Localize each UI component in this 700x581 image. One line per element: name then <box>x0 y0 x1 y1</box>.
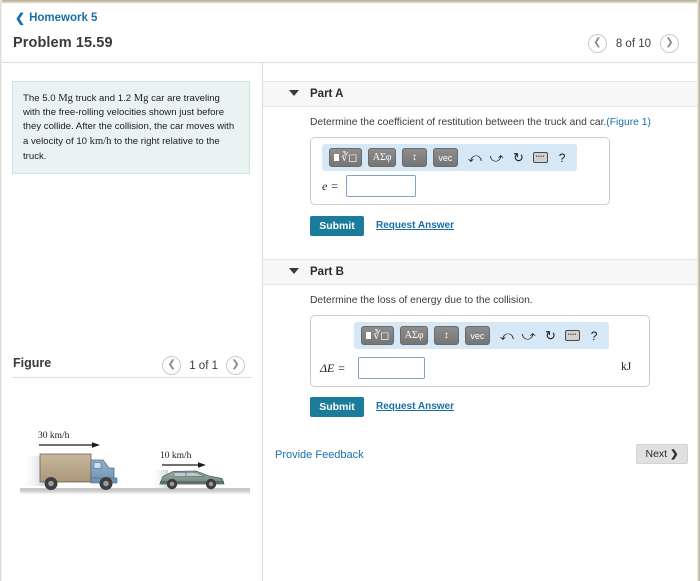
vector-button[interactable]: vec <box>464 326 490 345</box>
figure-pager-text: 1 of 1 <box>189 359 218 372</box>
left-panel: The 5.0 Mg truck and 1.2 Mg car are trav… <box>2 63 262 581</box>
redo-arrow-icon[interactable]: ⤻ <box>489 148 505 167</box>
figure-pager: ❮ 1 of 1 ❯ <box>162 356 245 375</box>
page-title: Problem 15.59 <box>13 35 113 51</box>
updown-arrows-button[interactable]: ↕ <box>433 326 459 345</box>
vector-button[interactable]: vec <box>432 148 458 167</box>
car-speed-label: 10 km/h <box>160 451 192 461</box>
next-button-label: Next <box>645 448 668 460</box>
math-template-icon[interactable]: ∛◻ <box>361 326 395 345</box>
problem-pager-text: 8 of 10 <box>615 37 651 50</box>
provide-feedback-link[interactable]: Provide Feedback <box>275 449 364 461</box>
keyboard-icon[interactable]: •••• <box>532 148 548 167</box>
figure-prev-button[interactable]: ❮ <box>162 356 182 375</box>
part-a-answer-input[interactable] <box>346 175 416 197</box>
statement-unit-mg-1: Mg <box>58 93 73 104</box>
statement-text-1: The 5.0 <box>23 93 59 104</box>
part-a-answer-label: e = <box>322 179 339 193</box>
undo-arrow-icon[interactable]: ⤺ <box>499 326 515 345</box>
right-panel: Part A Determine the coefficient of rest… <box>263 63 697 581</box>
caret-down-icon[interactable] <box>289 90 299 96</box>
part-a-prompt-text: Determine the coefficient of restitution… <box>310 117 607 128</box>
reset-circle-icon[interactable]: ↻ <box>511 148 527 167</box>
part-b-label: Part B <box>310 266 344 278</box>
figure-1-link[interactable]: (Figure 1) <box>606 117 651 128</box>
part-b-submit-button[interactable]: Submit <box>310 397 364 417</box>
figure-title: Figure <box>13 356 52 370</box>
statement-unit-kmh: km/h <box>89 136 112 148</box>
part-b-prompt: Determine the loss of energy due to the … <box>310 295 533 306</box>
part-a-request-answer-link[interactable]: Request Answer <box>376 220 454 231</box>
part-a-header[interactable]: Part A <box>263 81 697 107</box>
figure-svg: 30 km/h 10 km/h <box>20 431 250 494</box>
figure-next-button[interactable]: ❯ <box>226 356 245 375</box>
part-b-answer-label: ΔE = <box>320 361 346 375</box>
redo-arrow-icon[interactable]: ⤻ <box>521 326 537 345</box>
greek-symbols-button[interactable]: ΑΣφ <box>368 148 396 167</box>
part-a-math-toolbar: ∛◻ ΑΣφ ↕ vec ⤺ ⤻ ↻ •••• ? <box>322 144 577 171</box>
caret-down-icon[interactable] <box>289 268 299 274</box>
part-a-label: Part A <box>310 88 344 100</box>
problem-prev-button[interactable]: ❮ <box>587 34 607 53</box>
figure-divider <box>12 377 252 378</box>
help-button[interactable]: ? <box>554 148 570 167</box>
undo-arrow-icon[interactable]: ⤺ <box>467 148 483 167</box>
part-b-math-toolbar: ∛◻ ΑΣφ ↕ vec ⤺ ⤻ ↻ •••• ? <box>354 322 609 349</box>
top-bar: ❮ Homework 5 Problem 15.59 ❮ 8 of 10 ❯ <box>2 4 697 62</box>
statement-text-2: truck and 1.2 <box>72 93 134 104</box>
breadcrumb-label: Homework 5 <box>29 12 98 24</box>
chevron-right-icon: ❯ <box>670 448 679 460</box>
chevron-right-icon: ❯ <box>665 37 674 48</box>
part-b-header[interactable]: Part B <box>263 259 697 285</box>
part-b-request-answer-link[interactable]: Request Answer <box>376 401 454 412</box>
next-button[interactable]: Next ❯ <box>636 444 688 464</box>
chevron-left-icon: ❮ <box>15 11 26 25</box>
part-b-answer-box: ∛◻ ΑΣφ ↕ vec ⤺ ⤻ ↻ •••• ? ΔE = kJ <box>310 315 650 387</box>
part-a-submit-button[interactable]: Submit <box>310 216 364 236</box>
chevron-left-icon: ❮ <box>593 37 602 48</box>
problem-statement: The 5.0 Mg truck and 1.2 Mg car are trav… <box>12 81 250 175</box>
part-b-answer-input[interactable] <box>358 357 425 379</box>
part-a-prompt: Determine the coefficient of restitution… <box>310 117 651 128</box>
keyboard-icon[interactable]: •••• <box>564 326 580 345</box>
greek-symbols-button[interactable]: ΑΣφ <box>400 326 428 345</box>
help-button[interactable]: ? <box>586 326 602 345</box>
part-a-answer-box: ∛◻ ΑΣφ ↕ vec ⤺ ⤻ ↻ •••• ? e = <box>310 137 610 205</box>
part-b-answer-unit: kJ <box>621 361 632 373</box>
updown-arrows-button[interactable]: ↕ <box>401 148 427 167</box>
reset-circle-icon[interactable]: ↻ <box>543 326 559 345</box>
problem-pager: ❮ 8 of 10 ❯ <box>587 34 679 53</box>
chevron-right-icon: ❯ <box>231 359 240 370</box>
figure-illustration: 30 km/h 10 km/h <box>10 426 258 506</box>
truck-speed-label: 30 km/h <box>38 431 70 441</box>
chevron-left-icon: ❮ <box>167 359 176 370</box>
math-template-icon[interactable]: ∛◻ <box>329 148 363 167</box>
part-b-prompt-text: Determine the loss of energy due to the … <box>310 295 533 306</box>
statement-unit-mg-2: Mg <box>133 93 149 104</box>
problem-next-button[interactable]: ❯ <box>660 34 679 53</box>
breadcrumb-homework-link[interactable]: ❮ Homework 5 <box>15 12 97 24</box>
